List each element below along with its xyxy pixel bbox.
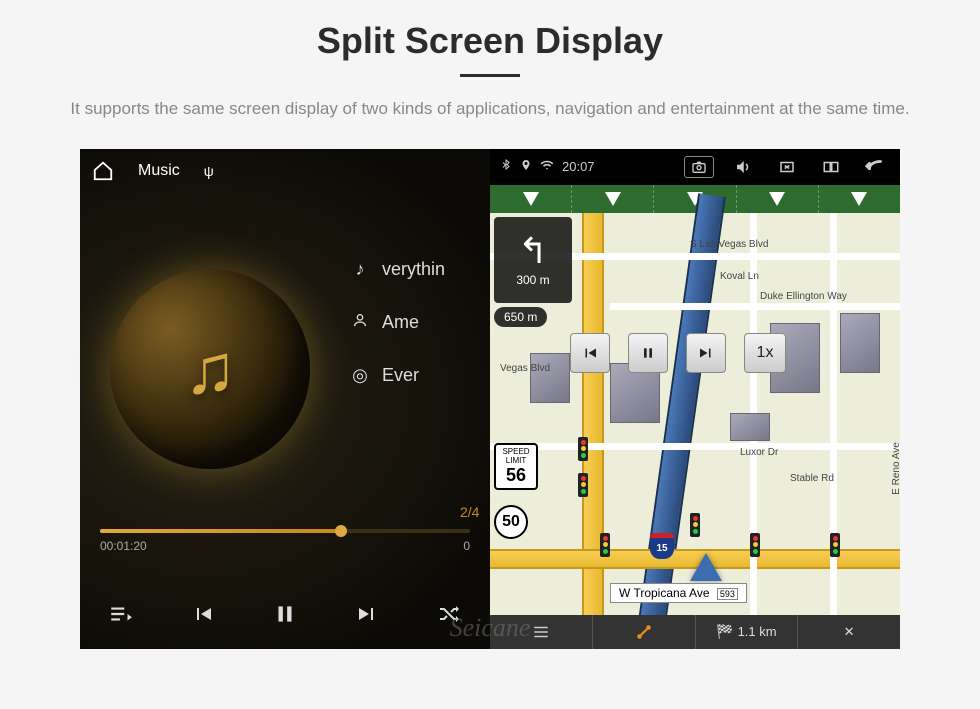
street-label: Luxor Dr xyxy=(740,447,778,458)
street-label: Koval Ln xyxy=(720,271,759,282)
current-street-name: W Tropicana Ave xyxy=(619,586,710,600)
turn-left-icon: ↰ xyxy=(518,233,548,269)
lane-arrow xyxy=(737,185,819,213)
nav-panel: 20:07 xyxy=(490,149,900,649)
map-view[interactable]: S Las Vegas Blvd Koval Ln Duke Ellington… xyxy=(490,213,900,615)
current-street: W Tropicana Ave 593 xyxy=(610,583,747,603)
building xyxy=(840,313,880,373)
progress-bar[interactable] xyxy=(100,529,470,533)
splitscreen-button[interactable] xyxy=(816,156,846,178)
pause-button[interactable] xyxy=(265,594,305,634)
usb-icon: ψ xyxy=(204,163,214,179)
next-turn-distance: 650 m xyxy=(494,307,547,327)
nav-eta: 1.1 km xyxy=(738,624,777,639)
music-panel: Music ψ ♫ ♪ verythin Ame ◎ xyxy=(80,149,490,649)
progress[interactable]: 00:01:20 0 xyxy=(100,529,470,553)
current-street-tag: 593 xyxy=(717,588,738,600)
title-underline xyxy=(460,74,520,77)
screenshot-button[interactable] xyxy=(684,156,714,178)
street-label: Vegas Blvd xyxy=(500,363,550,374)
clock-time: 20:07 xyxy=(562,159,595,174)
time-elapsed: 00:01:20 xyxy=(100,539,147,553)
system-statusbar: 20:07 xyxy=(490,149,900,185)
speed-limit-sign: SPEED LIMIT 56 xyxy=(494,443,538,490)
street-label: E Reno Ave xyxy=(891,442,900,495)
traffic-light-icon xyxy=(750,533,760,557)
volume-button[interactable] xyxy=(728,156,758,178)
traffic-light-icon xyxy=(578,473,588,497)
sim-next-button[interactable] xyxy=(686,333,726,373)
nav-close-button[interactable]: ✕ xyxy=(798,615,900,649)
progress-fill xyxy=(100,529,341,533)
track-counter: 2/4 xyxy=(460,504,479,520)
wifi-icon xyxy=(540,158,554,175)
album-icon: ◎ xyxy=(350,365,370,386)
sim-prev-button[interactable] xyxy=(570,333,610,373)
previous-button[interactable] xyxy=(183,594,223,634)
speed-limit-caption: SPEED LIMIT xyxy=(496,447,536,465)
home-icon[interactable] xyxy=(92,160,114,182)
turn-instruction: ↰ 300 m xyxy=(494,217,572,303)
playlist-button[interactable] xyxy=(101,594,141,634)
music-note-icon: ♫ xyxy=(184,329,237,409)
nav-bottombar: 🏁 1.1 km ✕ xyxy=(490,615,900,649)
location-icon xyxy=(520,159,532,174)
page-subtitle: It supports the same screen display of t… xyxy=(70,97,909,121)
back-button[interactable] xyxy=(860,156,890,178)
street-label: S Las Vegas Blvd xyxy=(690,239,768,250)
nav-dest-button[interactable]: 🏁 1.1 km xyxy=(696,615,799,649)
music-app-label: Music xyxy=(138,162,180,180)
traffic-light-icon xyxy=(830,533,840,557)
track-title: verythin xyxy=(382,259,445,280)
lane-arrow xyxy=(819,185,900,213)
speed-limit-value: 56 xyxy=(496,465,536,486)
album-art[interactable]: ♫ xyxy=(110,269,310,469)
track-meta: ♪ verythin Ame ◎ Ever xyxy=(350,259,445,386)
sim-pause-button[interactable] xyxy=(628,333,668,373)
album-name: Ever xyxy=(382,365,419,386)
flag-icon: 🏁 xyxy=(716,623,733,640)
next-button[interactable] xyxy=(347,594,387,634)
artist-icon xyxy=(350,312,370,333)
interstate-shield: 15 xyxy=(650,533,674,559)
nav-route-button[interactable] xyxy=(593,615,696,649)
artist-name: Ame xyxy=(382,312,419,333)
bluetooth-icon xyxy=(500,159,512,174)
note-icon: ♪ xyxy=(350,259,370,280)
page-title: Split Screen Display xyxy=(317,20,663,62)
street-label: Duke Ellington Way xyxy=(760,291,847,302)
lane-arrow xyxy=(572,185,654,213)
device-screen: Music ψ ♫ ♪ verythin Ame ◎ xyxy=(80,149,900,649)
building xyxy=(730,413,770,441)
route-sign: 50 xyxy=(494,505,528,539)
lane-arrow xyxy=(490,185,572,213)
sim-controls: 1x xyxy=(570,333,786,373)
close-app-button[interactable] xyxy=(772,156,802,178)
traffic-light-icon xyxy=(600,533,610,557)
music-topbar: Music ψ xyxy=(80,149,490,193)
street-label: Stable Rd xyxy=(790,473,834,484)
building xyxy=(530,353,570,403)
turn-distance: 300 m xyxy=(516,273,549,287)
sim-speed-button[interactable]: 1x xyxy=(744,333,786,373)
traffic-light-icon xyxy=(690,513,700,537)
progress-handle[interactable] xyxy=(335,525,347,537)
vehicle-position-icon xyxy=(690,553,722,581)
time-total: 0 xyxy=(463,539,470,553)
watermark: Seicane xyxy=(450,613,531,643)
traffic-light-icon xyxy=(578,437,588,461)
street xyxy=(490,443,900,450)
player-controls xyxy=(80,579,490,649)
